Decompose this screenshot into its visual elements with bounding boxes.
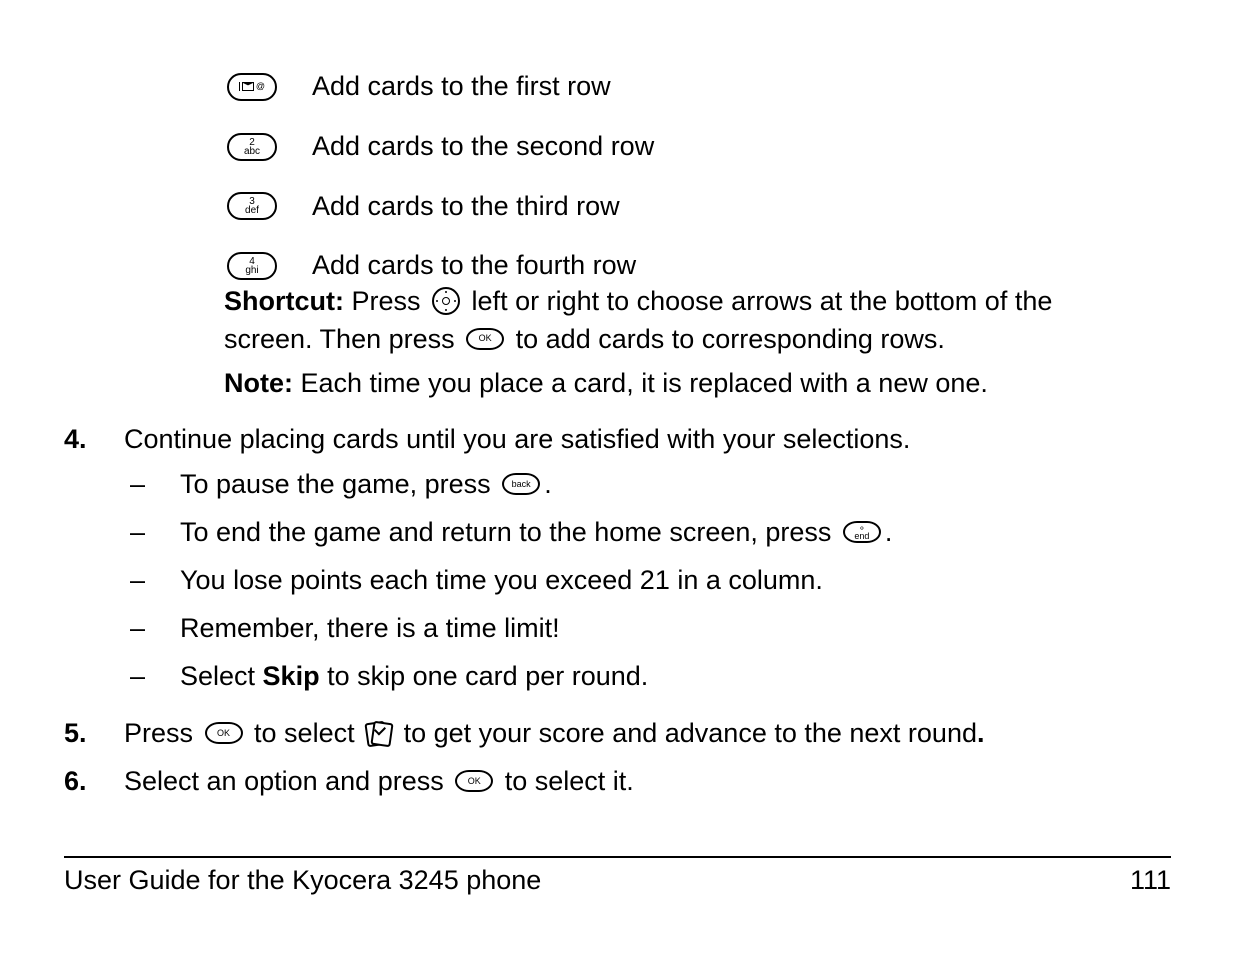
- key-1-icon: @: [224, 72, 280, 102]
- shortcut-label: Shortcut:: [224, 286, 344, 316]
- bullet: – To pause the game, press back.: [124, 466, 1171, 504]
- bullet-text: .: [544, 469, 552, 499]
- numbered-steps: 4. Continue placing cards until you are …: [64, 421, 1171, 801]
- bullet: – Remember, there is a time limit!: [124, 610, 1171, 648]
- note-label: Note:: [224, 368, 293, 398]
- key-row-text: Add cards to the third row: [312, 188, 620, 226]
- bullet: – Select Skip to skip one card per round…: [124, 658, 1171, 696]
- step-6: 6. Select an option and press OK to sele…: [64, 763, 1171, 801]
- bullet-text: Remember, there is a time limit!: [180, 613, 560, 643]
- end-key-icon: ⚬end: [843, 521, 881, 543]
- page-number: 111: [1130, 862, 1171, 900]
- key-row-2: 2abc Add cards to the second row: [224, 128, 1171, 166]
- step-number: 6.: [64, 763, 124, 801]
- step-number: 5.: [64, 715, 124, 753]
- step-text: Press: [124, 718, 201, 748]
- ok-key-icon: OK: [466, 328, 504, 350]
- ok-key-icon: OK: [205, 722, 243, 744]
- key-row-text: Add cards to the second row: [312, 128, 654, 166]
- key-row-4: 4ghi Add cards to the fourth row: [224, 247, 1171, 285]
- bullet-text: To pause the game, press: [180, 469, 498, 499]
- page-footer: User Guide for the Kyocera 3245 phone 11…: [64, 856, 1171, 900]
- bullet-text: to skip one card per round.: [320, 661, 649, 691]
- shortcut-text: to add cards to corresponding rows.: [516, 324, 945, 354]
- key-row-1: @ Add cards to the first row: [224, 68, 1171, 106]
- bullet-text: Select: [180, 661, 263, 691]
- bullet-text: To end the game and return to the home s…: [180, 517, 839, 547]
- key-2-icon: 2abc: [224, 132, 280, 162]
- step-text: .: [977, 718, 985, 748]
- step-text: to get your score and advance to the nex…: [396, 718, 977, 748]
- key-action-list: @ Add cards to the first row 2abc Add ca…: [224, 68, 1171, 285]
- note-paragraph: Note: Each time you place a card, it is …: [224, 365, 1131, 403]
- step-text: to select it.: [497, 766, 634, 796]
- nav-key-icon: [432, 287, 460, 315]
- bullet-text: .: [885, 517, 893, 547]
- step-text: to select: [247, 718, 363, 748]
- step-4: 4. Continue placing cards until you are …: [64, 421, 1171, 706]
- key-4-icon: 4ghi: [224, 251, 280, 281]
- back-key-icon: back: [502, 473, 540, 495]
- bullet-text: You lose points each time you exceed 21 …: [180, 565, 823, 595]
- ok-key-icon: OK: [455, 770, 493, 792]
- step-4-bullets: – To pause the game, press back. – To en…: [124, 466, 1171, 695]
- shortcut-paragraph: Shortcut: Press left or right to choose …: [224, 283, 1131, 359]
- bullet: – You lose points each time you exceed 2…: [124, 562, 1171, 600]
- key-row-text: Add cards to the first row: [312, 68, 611, 106]
- step-number: 4.: [64, 421, 124, 706]
- step-text: Select an option and press: [124, 766, 451, 796]
- cards-done-icon: [366, 722, 392, 744]
- key-row-3: 3def Add cards to the third row: [224, 188, 1171, 226]
- key-row-text: Add cards to the fourth row: [312, 247, 636, 285]
- footer-title: User Guide for the Kyocera 3245 phone: [64, 862, 541, 900]
- step-text: Continue placing cards until you are sat…: [124, 424, 910, 454]
- step-5: 5. Press OK to select to get your score …: [64, 715, 1171, 753]
- bullet: – To end the game and return to the home…: [124, 514, 1171, 552]
- shortcut-text: Press: [352, 286, 429, 316]
- page: @ Add cards to the first row 2abc Add ca…: [0, 0, 1235, 954]
- note-text: Each time you place a card, it is replac…: [301, 368, 988, 398]
- key-3-icon: 3def: [224, 191, 280, 221]
- skip-label: Skip: [263, 661, 320, 691]
